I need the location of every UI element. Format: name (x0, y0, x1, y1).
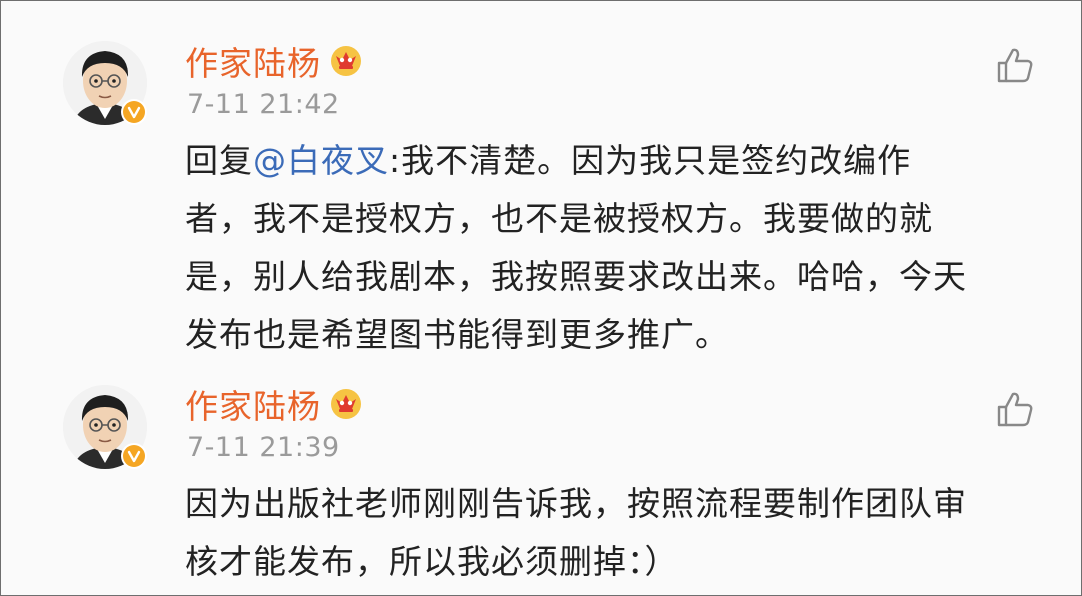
avatar[interactable] (63, 41, 147, 125)
author-name[interactable]: 作家陆杨 (185, 44, 321, 84)
avatar[interactable] (63, 385, 147, 469)
text-line: 因为出版社老师刚刚告诉我，按照流程要制作团队审 (185, 484, 967, 523)
verified-badge-icon (127, 450, 141, 463)
comment-time: 7-11 21:39 (187, 432, 340, 463)
text-line: 是，别人给我剧本，我按照要求改出来。哈哈，今天 (185, 257, 967, 296)
thumbs-up-icon[interactable] (995, 389, 1035, 429)
verified-badge (121, 443, 147, 469)
verified-badge-icon (127, 106, 141, 119)
author-name[interactable]: 作家陆杨 (185, 387, 321, 427)
text-line: 发布也是希望图书能得到更多推广。 (185, 315, 729, 354)
comment-list: 作家陆杨 7-11 21:42 回复@白夜叉:我不清楚。因为我只是签约改编作 者… (0, 0, 1082, 596)
text-line: :我不清楚。因为我只是签约改编作 (389, 141, 912, 180)
comment-text: 因为出版社老师刚刚告诉我，按照流程要制作团队审 核才能发布，所以我必须删掉：） (185, 475, 1005, 591)
comment-time: 7-11 21:42 (187, 89, 340, 120)
text-line: 核才能发布，所以我必须删掉：） (185, 542, 679, 581)
mention-link[interactable]: @白夜叉 (253, 141, 389, 180)
crown-icon (331, 46, 361, 76)
comment-text: 回复@白夜叉:我不清楚。因为我只是签约改编作 者，我不是授权方，也不是被授权方。… (185, 132, 1005, 364)
verified-badge (121, 99, 147, 125)
reply-prefix: 回复 (185, 141, 253, 180)
thumbs-up-icon[interactable] (995, 45, 1035, 85)
text-line: 者，我不是授权方，也不是被授权方。我要做的就 (185, 199, 933, 238)
crown-icon (331, 389, 361, 419)
